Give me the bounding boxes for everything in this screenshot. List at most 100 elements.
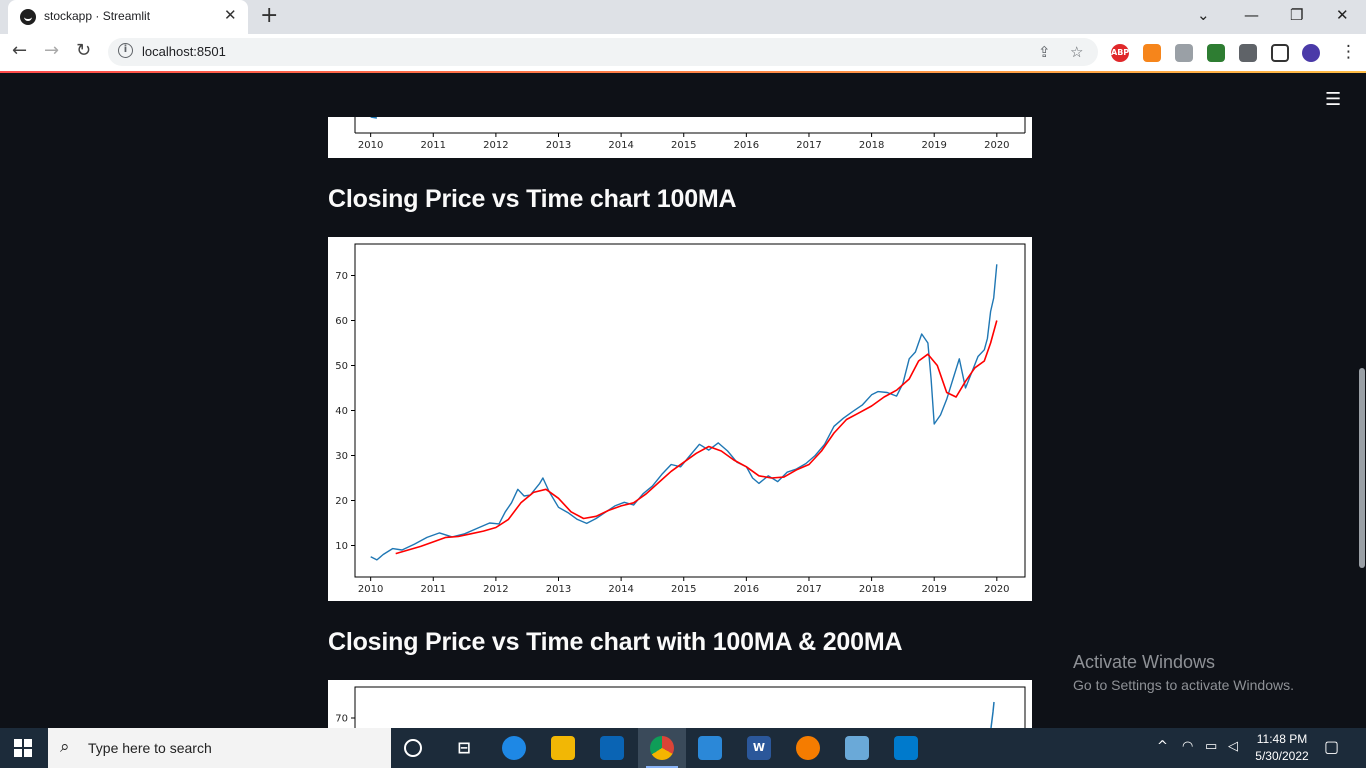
x-tick-label: 2019 [921,584,946,595]
back-button[interactable]: ← [12,40,27,61]
taskbar-search-box[interactable]: ⌕ Type here to search [48,728,391,768]
x-tick-label: 2011 [421,584,446,595]
fl-studio-icon[interactable] [796,736,820,760]
x-tick-label: 2016 [734,584,759,595]
x-tick-label: 2013 [546,140,571,151]
clock-time: 11:48 PM [1256,732,1308,746]
tray-overflow-chevron-icon[interactable]: ^ [1157,739,1168,754]
previous-chart: 2010 2011 2012 2013 2014 2015 2016 2017 2018 2019… [354,116,1026,151]
metamask-extension-icon[interactable] [1143,44,1161,62]
site-info-icon[interactable]: i [118,43,133,58]
x-tick-label: 2017 [796,140,821,151]
minimize-button[interactable]: — [1244,6,1259,24]
profile-avatar[interactable] [1302,44,1320,62]
closing-price-line [370,264,998,561]
previous-chart-card: 2010 2011 2012 2013 2014 2015 2016 2017 2018 2019… [328,116,1032,158]
chrome-menu-icon[interactable]: ⋮ [1340,42,1357,62]
word-icon[interactable]: W [747,736,771,760]
bookmark-star-icon[interactable]: ☆ [1070,43,1083,61]
hamburger-menu-icon[interactable]: ☰ [1325,89,1341,110]
task-view-icon[interactable]: ⊟ [452,736,476,760]
side-panel-icon[interactable] [1271,44,1289,62]
x-tick-label: 2011 [421,140,446,151]
x-tick-label: 2013 [546,584,571,595]
chrome-icon[interactable] [650,736,674,760]
x-tick-label: 2014 [608,584,633,595]
x-tick-label: 2020 [984,584,1009,595]
url-text: localhost:8501 [142,44,226,59]
x-tick-label: 2014 [608,140,633,151]
streamlit-favicon-icon [20,9,36,25]
volume-icon[interactable]: ◁ [1228,739,1238,754]
x-tick-label: 2020 [984,140,1009,151]
x-tick-label: 2010 [358,140,383,151]
x-tick-label: 2018 [859,140,884,151]
browser-tab[interactable]: stockapp · Streamlit ✕ [8,0,248,34]
tab-title: stockapp · Streamlit [44,9,151,23]
calculator-extension-icon[interactable] [1207,44,1225,62]
next-chart-card: 70 [328,680,1032,728]
adblock-extension-icon[interactable]: ABP [1111,44,1129,62]
x-tick-label: 2018 [859,584,884,595]
laptop-app-icon[interactable] [845,736,869,760]
plot-frame-top [354,686,1026,728]
closing-price-line [990,701,995,728]
x-tick-label: 2015 [671,584,696,595]
activate-windows-hint: Go to Settings to activate Windows. [1073,677,1294,693]
store-icon[interactable] [698,736,722,760]
edge-icon[interactable] [502,736,526,760]
x-tick-label: 2017 [796,584,821,595]
streamlit-app[interactable]: ☰ 2010 2011 2012 2013 2014 2015 2016 2017 2018 20… [0,73,1366,728]
wifi-icon[interactable]: ◠ [1182,739,1193,754]
x-tick-label: 2010 [358,584,383,595]
vscode-icon[interactable] [894,736,918,760]
windows-taskbar: ⌕ Type here to search ⊟ W ^ ◠ ▭ ◁ 11:48 … [0,728,1366,768]
cortana-icon[interactable] [404,739,422,757]
closing-price-100ma-chart: 10 20 30 40 50 60 70 2010 2011 2012 2013 2014 2015 20… [335,243,1026,595]
y-tick-label: 70 [335,271,348,282]
x-tick-label: 2012 [483,584,508,595]
taskbar-search-placeholder: Type here to search [88,740,212,756]
section-heading-100ma-200ma: Closing Price vs Time chart with 100MA &… [328,628,903,656]
taskbar-clock[interactable]: 11:48 PM 5/30/2022 [1252,731,1312,765]
camera-extension-icon[interactable] [1175,44,1193,62]
y-tick-label: 40 [335,406,348,417]
new-tab-button[interactable]: + [260,3,278,28]
search-icon: ⌕ [60,737,70,757]
windows-start-icon[interactable] [14,739,32,757]
address-bar[interactable]: i localhost:8501 ⇪ ☆ [108,38,1098,66]
x-tick-label: 2016 [734,140,759,151]
y-tick-label: 50 [335,361,348,372]
restore-button[interactable]: ❐ [1290,6,1303,24]
close-window-button[interactable]: ✕ [1336,6,1349,24]
y-tick-label: 60 [335,316,348,327]
outlook-icon[interactable] [600,736,624,760]
y-tick-label: 10 [335,541,348,552]
chart-card-100ma: 10 20 30 40 50 60 70 2010 2011 2012 2013 2014 2015 20… [328,237,1032,601]
tab-close-icon[interactable]: ✕ [224,6,237,24]
browser-tabstrip: stockapp · Streamlit ✕ + ⌄ — ❐ ✕ [0,0,1366,34]
extensions-puzzle-icon[interactable] [1239,44,1257,62]
reload-button[interactable]: ↻ [76,40,91,61]
y-tick-label: 70 [335,714,348,725]
tab-search-chevron-icon[interactable]: ⌄ [1197,6,1210,24]
y-tick-label: 20 [335,496,348,507]
share-icon[interactable]: ⇪ [1038,43,1051,61]
file-explorer-icon[interactable] [551,736,575,760]
battery-icon[interactable]: ▭ [1205,739,1217,754]
closing-price-line [370,116,378,119]
plot-frame [354,243,1026,578]
section-heading-100ma: Closing Price vs Time chart 100MA [328,185,737,213]
x-tick-label: 2019 [921,140,946,151]
page-scrollbar-thumb[interactable] [1359,368,1365,568]
x-tick-label: 2015 [671,140,696,151]
clock-date: 5/30/2022 [1255,749,1309,763]
forward-button[interactable]: → [44,40,59,61]
closing-price-100ma-200ma-chart: 70 [335,686,1026,728]
x-tick-label: 2012 [483,140,508,151]
ma100-line [395,320,998,555]
activate-windows-title: Activate Windows [1073,652,1216,672]
browser-toolbar: ← → ↻ i localhost:8501 ⇪ ☆ ABP ⋮ [0,34,1366,72]
y-tick-label: 30 [335,451,348,462]
notification-center-icon[interactable]: ▢ [1324,737,1339,756]
